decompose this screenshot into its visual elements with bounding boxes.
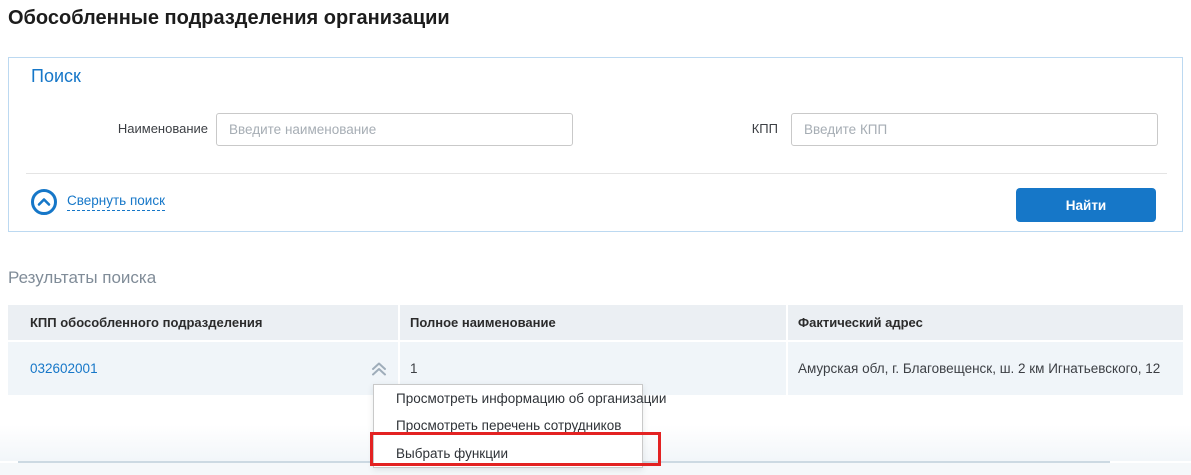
find-button[interactable]: Найти [1016, 188, 1156, 222]
panel-divider [26, 173, 1167, 174]
table-header: КПП обособленного подразделения Полное н… [8, 305, 1183, 340]
name-input[interactable] [216, 113, 573, 146]
column-header-address: Фактический адрес [788, 305, 1183, 340]
column-header-full-name: Полное наименование [400, 305, 786, 340]
double-chevron-up-icon[interactable] [370, 361, 388, 377]
search-panel: Поиск Наименование КПП Свернуть поиск На… [8, 57, 1183, 232]
kpp-link[interactable]: 032602001 [30, 361, 98, 376]
cell-address: Амурская обл, г. Благовещенск, ш. 2 км И… [788, 342, 1183, 395]
menu-item-view-org-info[interactable]: Просмотреть информацию об организации [374, 385, 642, 412]
menu-item-view-employees[interactable]: Просмотреть перечень сотрудников [374, 412, 642, 439]
column-header-kpp: КПП обособленного подразделения [8, 305, 398, 340]
search-panel-title: Поиск [31, 66, 81, 87]
name-field-label: Наименование [9, 121, 208, 136]
cell-kpp: 032602001 [8, 342, 398, 395]
menu-item-select-functions[interactable]: Выбрать функции [374, 440, 642, 467]
results-title: Результаты поиска [8, 268, 156, 288]
page: Обособленные подразделения организации П… [0, 0, 1191, 475]
page-title: Обособленные подразделения организации [8, 7, 450, 30]
collapse-search-link[interactable]: Свернуть поиск [31, 189, 165, 215]
kpp-input[interactable] [791, 113, 1158, 146]
kpp-field-label: КПП [609, 121, 778, 136]
collapse-search-label[interactable]: Свернуть поиск [67, 193, 165, 211]
context-menu: Просмотреть информацию об организации Пр… [373, 384, 643, 468]
chevron-up-circle-icon[interactable] [31, 189, 57, 215]
